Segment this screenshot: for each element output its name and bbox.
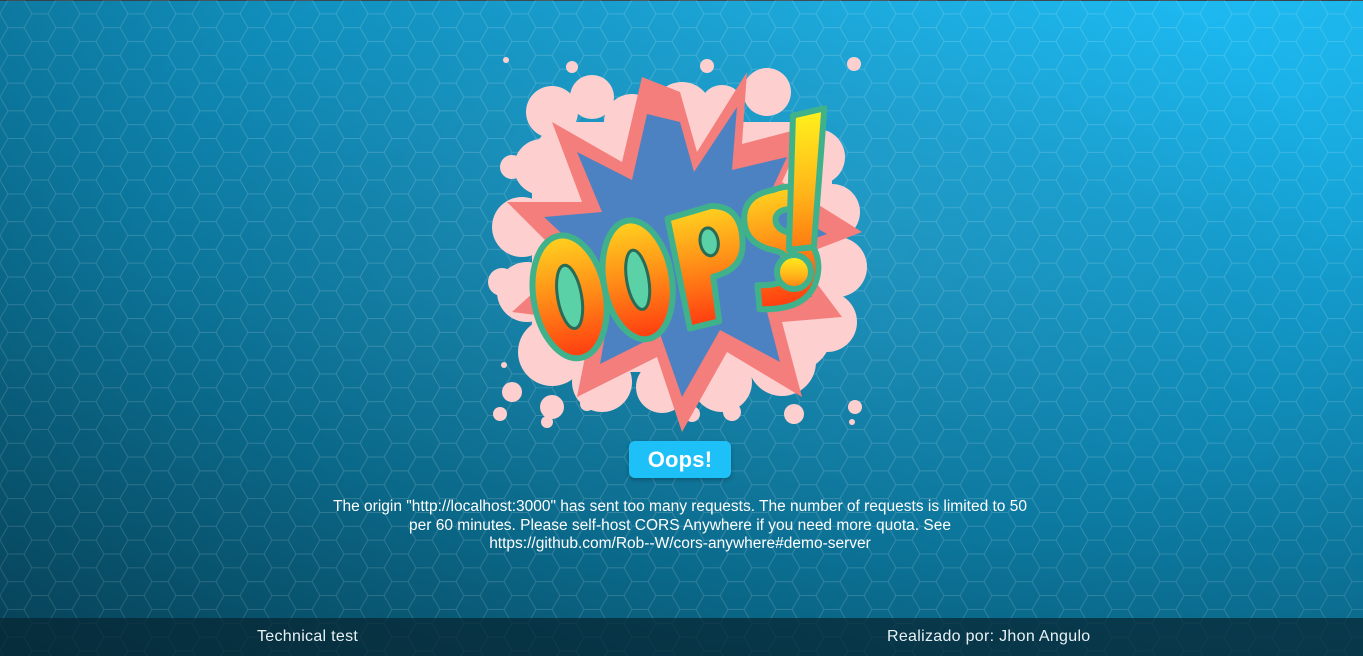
oops-comic-illustration xyxy=(488,57,867,432)
error-message: The origin "http://localhost:3000" has s… xyxy=(333,498,1027,552)
footer: Technical test Realizado por: Jhon Angul… xyxy=(0,618,1363,656)
footer-technical-test: Technical test xyxy=(257,628,359,645)
footer-author: Realizado por: Jhon Angulo xyxy=(887,628,1091,645)
error-page: Oops! The origin "http://localhost:3000"… xyxy=(0,0,1363,656)
oops-badge: Oops! xyxy=(629,441,731,478)
